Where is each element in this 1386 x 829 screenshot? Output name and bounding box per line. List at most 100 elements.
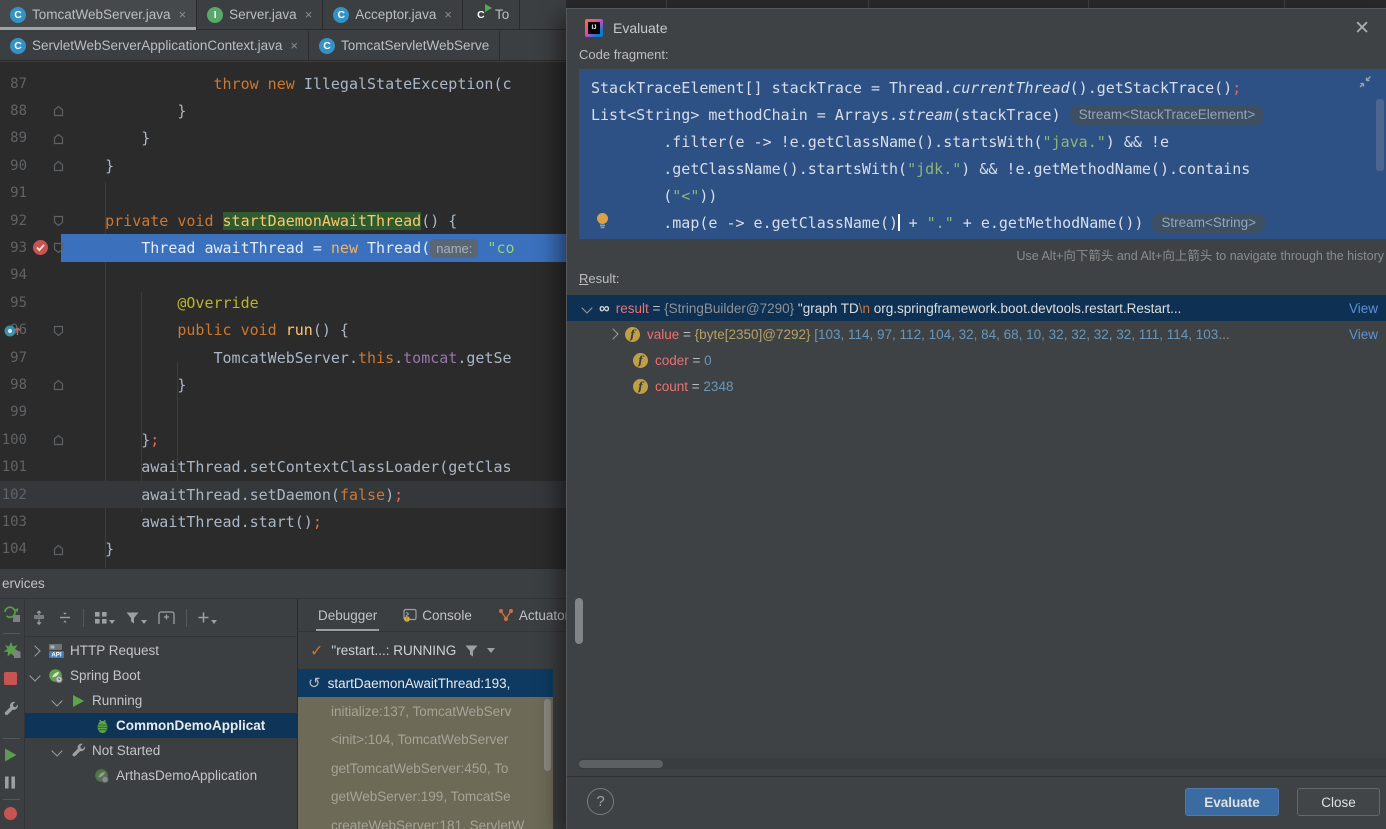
tab-close-icon[interactable]: ×: [444, 7, 452, 22]
build-icon[interactable]: [3, 641, 21, 658]
tab-console[interactable]: !Console: [403, 599, 472, 631]
editor-tab[interactable]: IServer.java×: [197, 0, 323, 29]
result-tree-row[interactable]: ∞result = {StringBuilder@7290} "graph TD…: [567, 295, 1386, 321]
result-tree-row[interactable]: fcoder = 0: [567, 347, 1386, 373]
collapse-all-icon[interactable]: [57, 610, 73, 626]
code-fragment-editor[interactable]: StackTraceElement[] stackTrace = Thread.…: [579, 69, 1386, 239]
chevron-right-icon[interactable]: [607, 328, 618, 339]
tab-close-icon[interactable]: ×: [179, 7, 187, 22]
close-icon[interactable]: ✕: [1354, 17, 1370, 40]
result-tree-row[interactable]: fvalue = {byte[2350]@7292} [103, 114, 97…: [567, 321, 1386, 347]
chevron-down-icon[interactable]: [51, 695, 62, 706]
services-tree-item[interactable]: ArthasDemoApplication: [25, 763, 297, 788]
fold-marker-icon[interactable]: [53, 215, 64, 227]
pause-icon[interactable]: [3, 775, 17, 790]
editor-line[interactable]: 88 }: [0, 97, 566, 124]
expand-all-icon[interactable]: [31, 610, 47, 626]
editor-line[interactable]: 99: [0, 399, 566, 426]
editor-tab[interactable]: CTomcatServletWebServe: [309, 31, 500, 60]
editor-line[interactable]: 87 throw new IllegalStateException(c: [0, 70, 566, 97]
wrench-icon[interactable]: [3, 701, 19, 717]
editor-tab[interactable]: CTo: [463, 0, 520, 29]
chevron-down-icon[interactable]: [51, 745, 62, 756]
chevron-down-icon[interactable]: [487, 648, 495, 653]
tab-debugger[interactable]: Debugger: [318, 599, 377, 631]
editor-line[interactable]: 90 }: [0, 152, 566, 179]
fold-marker-icon[interactable]: [53, 160, 64, 172]
editor-line[interactable]: 101 awaitThread.setContextClassLoader(ge…: [0, 453, 566, 480]
editor-tab[interactable]: CAcceptor.java×: [323, 0, 463, 29]
code-fragment-line[interactable]: .getClassName().startsWith("jdk.") && !e…: [579, 155, 1386, 182]
fold-marker-icon[interactable]: [53, 379, 64, 391]
code-fragment-line[interactable]: .filter(e -> !e.getClassName().startsWit…: [579, 128, 1386, 155]
editor-line[interactable]: 96 public void run() {: [0, 317, 566, 344]
tab-close-icon[interactable]: ×: [290, 38, 298, 53]
fold-marker-icon[interactable]: [53, 133, 64, 145]
fold-marker-icon[interactable]: [53, 544, 64, 556]
editor-line[interactable]: 102 awaitThread.setDaemon(false);: [0, 481, 566, 508]
code-fragment-line[interactable]: List<String> methodChain = Arrays.stream…: [579, 101, 1386, 128]
thread-selector[interactable]: ✓ "restart...: RUNNING: [298, 635, 566, 666]
editor-line[interactable]: 89 }: [0, 125, 566, 152]
filter-icon[interactable]: [125, 611, 147, 625]
fold-marker-icon[interactable]: [53, 242, 64, 254]
fold-marker-icon[interactable]: [53, 325, 64, 337]
services-tree-item[interactable]: CommonDemoApplicat: [25, 713, 297, 738]
editor-line[interactable]: 100 };: [0, 426, 566, 453]
fold-marker-icon[interactable]: [53, 105, 64, 117]
frames-scrollbar[interactable]: [544, 699, 551, 771]
record-icon[interactable]: [3, 806, 18, 821]
view-link[interactable]: View: [1349, 327, 1378, 342]
add-frame-icon[interactable]: [157, 610, 176, 625]
add-icon[interactable]: [197, 611, 217, 624]
stack-frame-row[interactable]: getWebServer:199, TomcatSe: [298, 783, 554, 811]
collapse-expand-icon[interactable]: [1358, 75, 1372, 89]
services-tree-item[interactable]: Running: [25, 688, 297, 713]
intention-bulb-icon[interactable]: [595, 212, 610, 229]
chevron-right-icon[interactable]: [29, 645, 40, 656]
stop-icon[interactable]: [3, 671, 18, 686]
group-icon[interactable]: [94, 611, 115, 625]
stack-frame-row[interactable]: <init>:104, TomcatWebServer: [298, 726, 554, 754]
evaluate-button[interactable]: Evaluate: [1185, 788, 1279, 816]
rerun-icon[interactable]: [3, 605, 21, 622]
horizontal-scrollbar-track[interactable]: [579, 758, 1386, 769]
editor-line[interactable]: 95 @Override: [0, 289, 566, 316]
tab-actuator[interactable]: Actuator: [498, 599, 569, 631]
code-fragment-line[interactable]: .map(e -> e.getClassName() + "." + e.get…: [579, 209, 1386, 236]
editor-tab[interactable]: CTomcatWebServer.java×: [0, 0, 197, 29]
help-button[interactable]: ?: [587, 788, 614, 815]
override-icon[interactable]: [3, 323, 21, 339]
fold-marker-icon[interactable]: [53, 434, 64, 446]
chevron-down-icon[interactable]: [581, 302, 592, 313]
editor-line[interactable]: 98 }: [0, 371, 566, 398]
tab-close-icon[interactable]: ×: [305, 7, 313, 22]
stack-frame-row[interactable]: createWebServer:181, ServletW: [298, 811, 554, 829]
result-tree-row[interactable]: fcount = 2348: [567, 373, 1386, 399]
editor-line[interactable]: 97 TomcatWebServer.this.tomcat.getSe: [0, 344, 566, 371]
horizontal-scrollbar-thumb[interactable]: [579, 760, 663, 768]
services-tree-item[interactable]: APIHTTP Request: [25, 638, 297, 663]
editor-line[interactable]: 92 private void startDaemonAwaitThread()…: [0, 207, 566, 234]
editor-line[interactable]: 94: [0, 262, 566, 289]
chevron-down-icon[interactable]: [29, 670, 40, 681]
editor-line[interactable]: 104 }: [0, 536, 566, 563]
code-editor[interactable]: 87 throw new IllegalStateException(c88 }…: [0, 62, 566, 568]
editor-line[interactable]: 91: [0, 180, 566, 207]
editor-line[interactable]: 103 awaitThread.start();: [0, 508, 566, 535]
close-button[interactable]: Close: [1297, 788, 1380, 816]
code-fragment-line[interactable]: StackTraceElement[] stackTrace = Thread.…: [579, 74, 1386, 101]
view-link[interactable]: View: [1349, 301, 1378, 316]
filter-icon[interactable]: [464, 644, 479, 658]
stack-frame-row[interactable]: initialize:137, TomcatWebServ: [298, 697, 554, 725]
code-scrollbar[interactable]: [1376, 99, 1384, 171]
editor-line[interactable]: 93 Thread awaitThread = new Thread(name:…: [0, 234, 566, 261]
breakpoint-icon[interactable]: [32, 239, 49, 256]
services-tree-item[interactable]: Spring Boot: [25, 663, 297, 688]
stack-frame-row[interactable]: getTomcatWebServer:450, To: [298, 754, 554, 782]
stack-frame-row[interactable]: ↺startDaemonAwaitThread:193,: [298, 669, 554, 697]
services-tree-item[interactable]: Not Started: [25, 738, 297, 763]
resume-icon[interactable]: [3, 747, 18, 763]
code-fragment-line[interactable]: ("<")): [579, 182, 1386, 209]
editor-tab[interactable]: CServletWebServerApplicationContext.java…: [0, 31, 309, 60]
